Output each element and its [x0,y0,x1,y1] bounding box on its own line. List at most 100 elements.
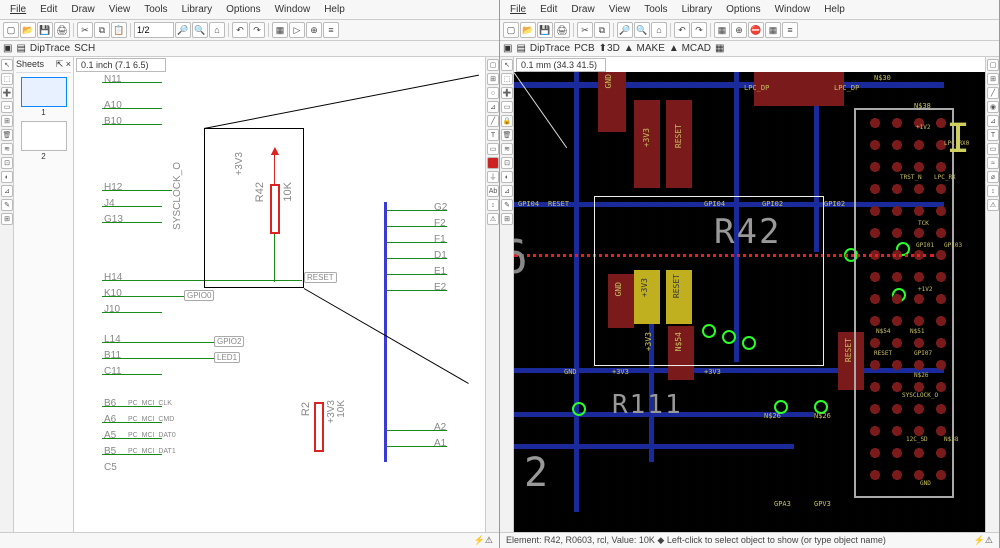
zoomin-icon[interactable]: 🔍 [634,22,650,38]
tool-icon[interactable]: ≋ [1,143,13,155]
zoom-input[interactable] [134,22,174,38]
tool-icon[interactable]: ➕ [1,87,13,99]
menu-view[interactable]: View [103,2,137,17]
net-label[interactable]: RESET [304,272,337,283]
zoomout-icon[interactable]: 🔎 [617,22,633,38]
tool-icon[interactable]: ⬚ [501,73,513,85]
small-icon[interactable]: ▣ [3,43,12,54]
open-icon[interactable]: 📂 [520,22,536,38]
menu-options[interactable]: Options [720,2,766,17]
tool-wire-icon[interactable]: ╱ [487,115,499,127]
wire[interactable] [102,358,232,359]
wire[interactable] [102,422,162,423]
sub-brand[interactable]: SCH [74,43,95,54]
wire[interactable] [102,406,162,407]
schematic-canvas[interactable]: N11 A10 B10 H12 J4 G13 H14 K10 J [74,72,485,532]
tool-warning-icon[interactable]: ⚠ [487,213,499,225]
tool-icon[interactable]: ⊿ [501,185,513,197]
tool-icon[interactable]: ⌀ [987,171,999,183]
wire[interactable] [102,108,162,109]
tool-icon[interactable] [487,157,499,169]
menu-options[interactable]: Options [220,2,266,17]
sub-brand-pcb[interactable]: PCB [574,43,595,54]
tool-icon[interactable]: ◐ [501,171,513,183]
tool-icon[interactable]: ✎ [1,199,13,211]
menu-edit[interactable]: Edit [34,2,63,17]
mcad-button[interactable]: ▲ MCAD [669,43,711,54]
tool-trash-icon[interactable]: 🗑 [1,129,13,141]
tool-cursor-icon[interactable]: ↖ [1,59,13,71]
tool-icon[interactable]: ▢ [487,59,499,71]
tool-icon[interactable]: ⬚ [1,73,13,85]
via[interactable] [572,402,586,416]
trace[interactable] [574,72,579,512]
wire[interactable] [102,206,162,207]
grid-icon[interactable]: ▦ [272,22,288,38]
wire[interactable] [102,312,162,313]
wire[interactable] [102,190,172,191]
tool-icon[interactable]: ▭ [987,143,999,155]
tool-icon[interactable]: ➕ [501,87,513,99]
wire[interactable] [387,210,447,211]
wire[interactable] [387,274,447,275]
tool-icon[interactable]: ⊕ [731,22,747,38]
resistor-r2[interactable] [314,402,324,452]
tool-icon[interactable]: ◐ [1,171,13,183]
small-icon[interactable]: ▦ [715,43,724,54]
bus[interactable] [384,202,387,462]
fit-icon[interactable]: ⌂ [209,22,225,38]
menu-library[interactable]: Library [676,2,719,17]
net-label[interactable]: GPIO2 [214,336,244,347]
tool-icon[interactable]: ✎ [501,199,513,211]
wire[interactable] [102,124,162,125]
tool-via-icon[interactable]: ◉ [987,101,999,113]
tool-icon[interactable]: ▭ [487,143,499,155]
new-icon[interactable]: ▢ [503,22,519,38]
silk-ref-2[interactable]: 2 [524,450,550,496]
tool-icon[interactable]: ○ [487,87,499,99]
drc-icon[interactable]: ⚡⚠ [974,535,993,546]
tool-icon[interactable]: ⊞ [1,115,13,127]
menu-draw[interactable]: Draw [65,2,100,17]
silk-ref-r42[interactable]: R42 [714,212,781,252]
tool-icon[interactable]: ⊕ [306,22,322,38]
tool-icon[interactable]: ▦ [765,22,781,38]
copy-icon[interactable]: ⧉ [594,22,610,38]
tool-route-icon[interactable]: ╱ [987,87,999,99]
export-3d[interactable]: ⬆3D [599,43,620,54]
make-button[interactable]: ▲ MAKE [624,43,665,54]
cut-icon[interactable]: ✂ [577,22,593,38]
menu-file[interactable]: File [504,2,532,17]
tool-icon[interactable]: ⊿ [487,101,499,113]
trace[interactable] [514,444,794,449]
net-label[interactable]: SYSCLOCK_O [170,162,185,230]
menu-window[interactable]: Window [269,2,317,17]
tool-icon[interactable]: ↕ [487,199,499,211]
net-label[interactable]: GPIO0 [184,290,214,301]
tool-gnd-icon[interactable]: ⏚ [487,171,499,183]
net-label[interactable]: LED1 [214,352,240,363]
tool-icon[interactable]: ⊞ [487,73,499,85]
brand-schematic[interactable]: DipTrace [30,43,70,54]
wire[interactable] [102,374,162,375]
tool-icon[interactable]: ⊞ [501,213,513,225]
tool-drc-icon[interactable]: ⚠ [987,199,999,211]
print-icon[interactable]: 🖨 [54,22,70,38]
menu-view[interactable]: View [603,2,637,17]
wire[interactable] [102,82,162,83]
tool-icon[interactable]: ≡ [323,22,339,38]
wire[interactable] [387,430,447,431]
pcb-canvas[interactable]: R42 R111 2 LPC_DP LPC_DP N$30 N$38 GND +… [514,72,985,532]
menu-library[interactable]: Library [176,2,219,17]
tool-icon[interactable]: ⊞ [1,213,13,225]
selection-rect[interactable] [594,196,824,366]
tool-icon[interactable]: Ab [487,185,499,197]
tool-icon[interactable]: ▭ [1,101,13,113]
wire[interactable] [387,242,447,243]
tool-text-icon[interactable]: T [987,129,999,141]
selection-rect[interactable] [204,128,304,288]
save-icon[interactable]: 💾 [537,22,553,38]
small-icon[interactable]: ▤ [16,43,25,54]
print-icon[interactable]: 🖨 [554,22,570,38]
tool-icon[interactable]: ⊞ [987,73,999,85]
